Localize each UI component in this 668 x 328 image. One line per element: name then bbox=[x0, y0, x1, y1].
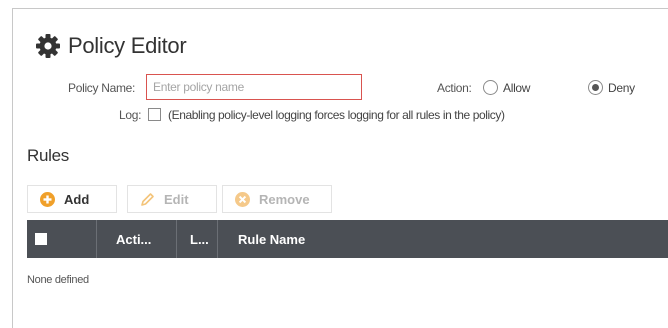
policy-name-label: Policy Name: bbox=[68, 81, 136, 95]
add-rule-button[interactable]: Add bbox=[27, 185, 117, 213]
action-allow-radio[interactable]: Allow bbox=[483, 80, 530, 95]
page-title: Policy Editor bbox=[68, 33, 187, 58]
plus-circle-icon bbox=[40, 191, 55, 207]
remove-circle-icon bbox=[235, 191, 250, 207]
gear-icon bbox=[35, 33, 61, 59]
log-checkbox[interactable] bbox=[148, 108, 161, 121]
rules-section-title: Rules bbox=[27, 146, 69, 165]
action-deny-label: Deny bbox=[608, 80, 635, 95]
radio-circle-allow[interactable] bbox=[483, 80, 498, 95]
column-header-rule-name[interactable]: Rule Name bbox=[217, 220, 668, 258]
action-deny-radio[interactable]: Deny bbox=[588, 80, 635, 95]
select-all-checkbox[interactable] bbox=[35, 233, 47, 245]
column-header-action[interactable]: Acti... bbox=[96, 220, 176, 258]
remove-label: Remove bbox=[259, 191, 310, 207]
empty-state-text: None defined bbox=[27, 274, 89, 286]
add-label: Add bbox=[64, 191, 90, 207]
radio-circle-deny[interactable] bbox=[588, 80, 603, 95]
action-label: Action: bbox=[437, 81, 472, 95]
title-row: Policy Editor bbox=[35, 33, 187, 59]
edit-rule-button[interactable]: Edit bbox=[127, 185, 217, 213]
edit-label: Edit bbox=[164, 191, 189, 207]
column-header-log[interactable]: L... bbox=[176, 220, 217, 258]
action-allow-label: Allow bbox=[503, 80, 531, 95]
select-all-cell bbox=[27, 220, 96, 258]
remove-rule-button[interactable]: Remove bbox=[222, 185, 332, 213]
pencil-icon bbox=[140, 192, 155, 207]
policy-name-input[interactable] bbox=[146, 74, 362, 100]
log-note: (Enabling policy-level logging forces lo… bbox=[168, 108, 505, 122]
rules-grid-header: Acti... L... Rule Name bbox=[27, 220, 668, 258]
log-label: Log: bbox=[119, 108, 142, 122]
